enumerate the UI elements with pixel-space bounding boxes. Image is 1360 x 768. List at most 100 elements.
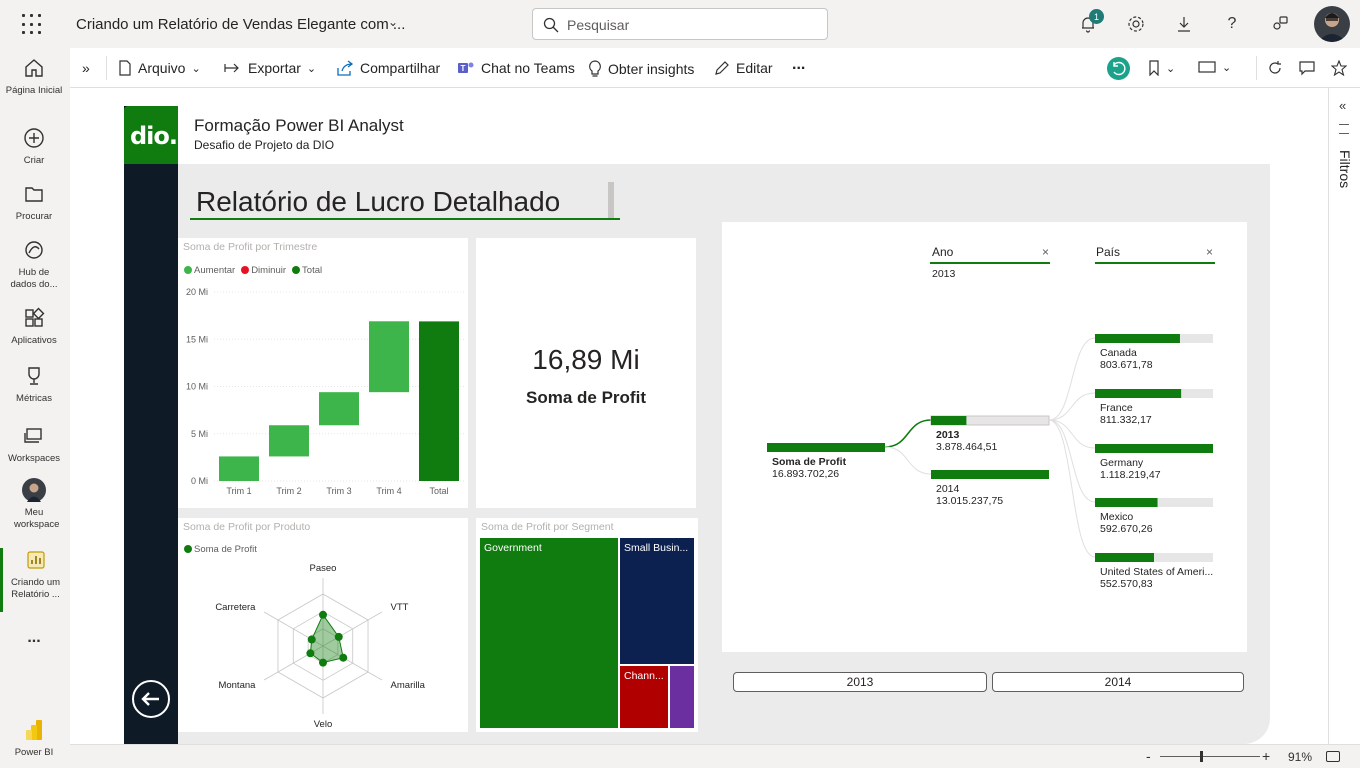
top-bar: Criando um Relatório de Vendas Elegante … (0, 0, 1360, 48)
refresh-visuals-button[interactable] (1107, 57, 1130, 80)
teams-chat-button[interactable]: T Chat no Teams (457, 60, 575, 76)
year-slicer-2014[interactable]: 2014 (992, 672, 1244, 692)
country-value: 803.671,78 (1100, 359, 1153, 371)
country-bar (1095, 334, 1180, 343)
x-tick-label: Total (429, 486, 448, 496)
back-button[interactable] (132, 680, 170, 718)
gear-icon[interactable] (1124, 12, 1148, 36)
waterfall-card[interactable]: Soma de Profit por Trimestre Aumentar Di… (178, 238, 468, 508)
nav-more[interactable]: ... (0, 630, 68, 646)
zoom-level: 91% (1288, 750, 1313, 764)
treemap-cell-channel[interactable]: Chann... (620, 666, 668, 728)
fit-page-icon[interactable] (1326, 751, 1340, 762)
zoom-slider-track[interactable] (1160, 756, 1260, 757)
reset-icon (1113, 61, 1126, 76)
zoom-slider-thumb[interactable] (1200, 751, 1203, 762)
nav-create[interactable]: Criar (0, 126, 68, 167)
year-bar (931, 416, 967, 425)
view-icon (1198, 61, 1216, 73)
waterfall-bar (269, 425, 309, 457)
country-bar (1095, 498, 1158, 507)
kpi-label: Soma de Profit (526, 388, 646, 407)
refresh-button[interactable] (1267, 60, 1283, 76)
nav-workspaces[interactable]: Workspaces (0, 424, 68, 465)
decomposition-tree-card[interactable]: Ano × 2013 País × Soma de Profit 16.893.7… (722, 222, 1247, 652)
tree-connector (1048, 419, 1096, 558)
nav-my-workspace[interactable]: Meu workspace (0, 478, 68, 531)
treemap-cell-government[interactable]: Government (480, 538, 618, 728)
export-menu-button[interactable]: Exportar ⌄ (224, 60, 316, 76)
nav-metrics[interactable]: Métricas (0, 364, 68, 405)
report-sidebar (124, 106, 178, 744)
treemap-title: Soma de Profit por Segment (481, 521, 614, 533)
nav-label: Power BI (14, 747, 54, 758)
year-slicer-2013[interactable]: 2013 (733, 672, 987, 692)
more-options-button[interactable]: ... (792, 56, 805, 74)
waterfall-bar (219, 456, 259, 481)
nav-data-hub[interactable]: Hub de dados do... (0, 238, 68, 291)
nav-label: Métricas (16, 393, 52, 404)
collapse-icon[interactable]: « (1339, 98, 1346, 113)
nav-label: Criando um Relatório ... (10, 577, 61, 600)
export-icon (224, 63, 239, 73)
trophy-icon (0, 364, 68, 388)
insights-button[interactable]: Obter insights (588, 60, 694, 78)
dio-logo: dio. (124, 106, 178, 164)
home-icon (0, 56, 68, 80)
data-hub-icon (0, 238, 68, 262)
document-title[interactable]: Criando um Relatório de Vendas Elegante … (76, 16, 405, 33)
file-menu-button[interactable]: Arquivo ⌄ (118, 60, 201, 76)
bookmark-button[interactable]: ⌄ (1148, 60, 1175, 76)
download-icon[interactable] (1172, 12, 1196, 36)
y-tick-label: 15 Mi (186, 334, 208, 344)
arrow-left-icon (141, 692, 159, 706)
action-bar: » Arquivo ⌄ Exportar ⌄ Compartilhar T Chat… (70, 48, 1360, 88)
kpi-value: 16,89 Mi (532, 344, 640, 375)
radar-category-label: Paseo (310, 563, 337, 574)
edit-button[interactable]: Editar (714, 60, 773, 76)
country-bar (1095, 553, 1154, 562)
y-tick-label: 20 Mi (186, 287, 208, 297)
divider (106, 56, 107, 80)
filters-pane[interactable]: « Filtros (1328, 88, 1360, 744)
radar-card[interactable]: Soma de Profit por Produto Soma de Profi… (178, 518, 468, 732)
radar-point (319, 658, 327, 667)
kpi-card[interactable]: 16,89 Mi Soma de Profit (476, 238, 696, 508)
report-canvas: dio. Formação Power BI Analyst Desafio d… (70, 88, 1328, 744)
treemap-cell-midmarket[interactable] (670, 666, 694, 728)
zoom-out-button[interactable]: - (1146, 748, 1151, 764)
avatar[interactable] (1314, 6, 1350, 42)
radar-category-label: Carretera (215, 602, 256, 613)
treemap-cell-small-business[interactable]: Small Busin... (620, 538, 694, 664)
nav-current-report[interactable]: Criando um Relatório ... (0, 548, 68, 612)
nav-label: Workspaces (7, 453, 61, 464)
feedback-icon[interactable] (1268, 12, 1292, 36)
file-icon (119, 60, 131, 76)
view-button[interactable]: ⌄ (1198, 60, 1231, 74)
search-input[interactable]: Pesquisar (532, 8, 828, 40)
app-launcher-icon[interactable] (22, 14, 44, 36)
nav-label: Meu workspace (14, 507, 60, 530)
refresh-icon (1269, 61, 1281, 74)
country-bar (1095, 444, 1213, 453)
chevron-down-icon[interactable]: ⌄ (388, 15, 398, 29)
comment-icon (1299, 61, 1315, 76)
expand-nav-button[interactable]: » (82, 60, 90, 76)
country-label: France (1100, 402, 1133, 414)
nav-browse[interactable]: Procurar (0, 182, 68, 223)
insights-label: Obter insights (608, 61, 695, 77)
nav-powerbi: Power BI (0, 718, 68, 759)
y-tick-label: 0 Mi (191, 476, 208, 486)
waterfall-chart: 20 Mi 15 Mi 10 Mi 5 Mi 0 Mi Trim 1 Trim 2 Trim … (186, 287, 464, 496)
treemap-card[interactable]: Soma de Profit por Segment Government Sm… (476, 518, 698, 732)
comment-button[interactable] (1299, 60, 1315, 76)
zoom-in-button[interactable]: + (1262, 748, 1270, 764)
nav-apps[interactable]: Aplicativos (0, 306, 68, 347)
help-icon[interactable]: ? (1220, 12, 1244, 36)
root-bar (767, 443, 885, 452)
favorite-button[interactable] (1331, 60, 1347, 76)
tree-connector (1048, 337, 1096, 421)
share-button[interactable]: Compartilhar (336, 60, 440, 76)
waterfall-bar (369, 321, 409, 393)
nav-home[interactable]: Página Inicial (0, 56, 68, 97)
